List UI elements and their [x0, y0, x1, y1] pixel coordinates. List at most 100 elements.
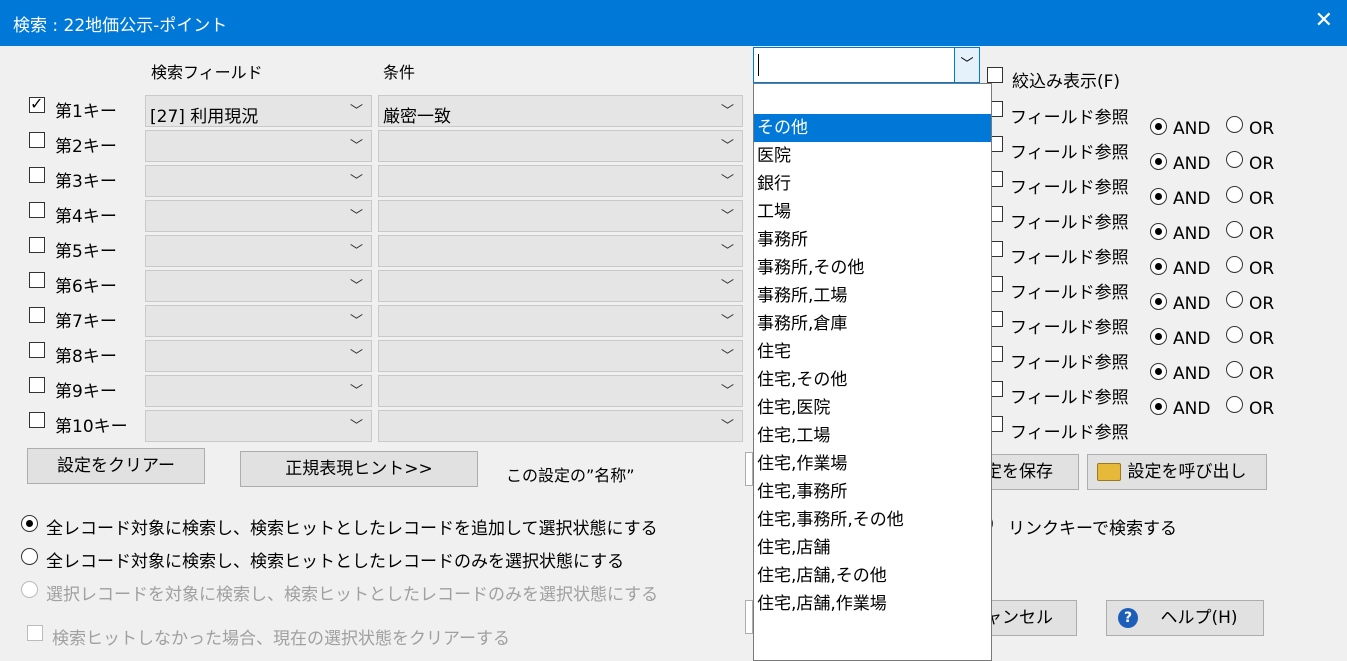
key-9-condition-select[interactable]: ﹀ — [378, 375, 743, 407]
key-1-and-radio[interactable] — [1150, 118, 1167, 135]
close-icon[interactable]: ✕ — [1315, 8, 1333, 33]
key-2-field-select[interactable]: ﹀ — [145, 130, 372, 162]
text-caret — [758, 54, 759, 76]
key-2-condition-select[interactable]: ﹀ — [378, 130, 743, 162]
key-5-condition-select[interactable]: ﹀ — [378, 235, 743, 267]
regex-hint-button[interactable]: 正規表現ヒント>> — [240, 451, 478, 487]
key-1-field-select[interactable]: [27] 利用現況 ﹀ — [145, 95, 372, 127]
key-4-and-radio[interactable] — [1150, 223, 1167, 240]
key-4-condition-select[interactable]: ﹀ — [378, 200, 743, 232]
key-3-condition-select[interactable]: ﹀ — [378, 165, 743, 197]
key-5-or-label: OR — [1249, 259, 1275, 279]
key-5-checkbox[interactable] — [29, 237, 45, 253]
key-1-or-radio[interactable] — [1226, 116, 1243, 133]
dropdown-option[interactable]: 住宅,店舗,作業場 — [754, 590, 991, 618]
key-1-checkbox[interactable] — [29, 94, 45, 113]
key-5-field-select[interactable]: ﹀ — [145, 235, 372, 267]
dropdown-option[interactable] — [754, 84, 991, 114]
dropdown-option[interactable]: 銀行 — [754, 170, 991, 198]
key-4-or-radio[interactable] — [1226, 221, 1243, 238]
key-5-or-radio[interactable] — [1226, 256, 1243, 273]
filter-checkbox[interactable] — [987, 67, 1003, 83]
key-3-and-radio[interactable] — [1150, 188, 1167, 205]
name-input-edge[interactable] — [745, 452, 753, 486]
key-4-or-label: OR — [1249, 224, 1275, 244]
option-add-radio[interactable] — [21, 515, 38, 532]
dropdown-option[interactable]: 住宅,事務所 — [754, 478, 991, 506]
dropdown-option[interactable]: 住宅,作業場 — [754, 450, 991, 478]
clear-settings-button[interactable]: 設定をクリアー — [27, 448, 205, 484]
help-button[interactable]: ? ヘルプ(H) — [1106, 600, 1264, 636]
dropdown-option[interactable]: その他 — [754, 114, 991, 142]
key-8-checkbox[interactable] — [29, 342, 45, 358]
dropdown-option[interactable]: 住宅,店舗,その他 — [754, 562, 991, 590]
folder-open-icon — [1097, 463, 1121, 481]
key-6-or-radio[interactable] — [1226, 291, 1243, 308]
key-10-condition-select[interactable]: ﹀ — [378, 410, 743, 442]
key-8-or-label: OR — [1249, 364, 1275, 384]
dropdown-option[interactable]: 事務所,その他 — [754, 254, 991, 282]
key-6-field-select[interactable]: ﹀ — [145, 270, 372, 302]
key-2-checkbox[interactable] — [29, 132, 45, 148]
key-6-checkbox[interactable] — [29, 272, 45, 288]
key-5-and-radio[interactable] — [1150, 258, 1167, 275]
dropdown-option[interactable]: 住宅,医院 — [754, 394, 991, 422]
chevron-down-icon: ﹀ — [349, 349, 363, 364]
key-7-field-select[interactable]: ﹀ — [145, 305, 372, 337]
dropdown-option[interactable]: 住宅,店舗 — [754, 534, 991, 562]
dropdown-option[interactable]: 事務所,工場 — [754, 282, 991, 310]
key-6-field-ref-label: フィールド参照 — [1010, 283, 1129, 303]
option-add-label: 全レコード対象に検索し、検索ヒットとしたレコードを追加して選択状態にする — [46, 519, 658, 539]
dropdown-option[interactable]: 住宅,その他 — [754, 366, 991, 394]
key-8-field-select[interactable]: ﹀ — [145, 340, 372, 372]
key-3-label: 第3キー — [55, 172, 117, 192]
chevron-down-icon: ﹀ — [720, 419, 734, 434]
key-3-field-ref-label: フィールド参照 — [1010, 178, 1129, 198]
key-4-checkbox[interactable] — [29, 202, 45, 218]
cancel-button[interactable]: ャンセル — [978, 600, 1077, 636]
key-9-and-radio[interactable] — [1150, 398, 1167, 415]
chevron-down-icon[interactable]: ﹀ — [954, 48, 979, 82]
key-10-checkbox[interactable] — [29, 412, 45, 428]
option-selected-label: 選択レコードを対象に検索し、検索ヒットとしたレコードのみを選択状態にする — [46, 585, 659, 605]
key-7-checkbox[interactable] — [29, 307, 45, 323]
save-settings-button[interactable]: 定を保存 — [978, 454, 1079, 490]
key-8-condition-select[interactable]: ﹀ — [378, 340, 743, 372]
key-2-and-radio[interactable] — [1150, 153, 1167, 170]
chevron-down-icon: ﹀ — [720, 384, 734, 399]
dropdown-option[interactable]: 住宅,事務所,その他 — [754, 506, 991, 534]
key-10-label: 第10キー — [55, 417, 128, 437]
key-4-field-select[interactable]: ﹀ — [145, 200, 372, 232]
key-3-field-select[interactable]: ﹀ — [145, 165, 372, 197]
key-9-field-select[interactable]: ﹀ — [145, 375, 372, 407]
load-settings-button[interactable]: 設定を呼び出し — [1087, 454, 1267, 490]
key-10-field-select[interactable]: ﹀ — [145, 410, 372, 442]
dropdown-option[interactable]: 医院 — [754, 142, 991, 170]
value-dropdown-list[interactable]: その他 医院 銀行 工場 事務所 事務所,その他 事務所,工場 事務所,倉庫 住宅 住宅,その他住… — [753, 83, 992, 661]
dropdown-option[interactable]: 住宅 — [754, 338, 991, 366]
key-7-or-radio[interactable] — [1226, 326, 1243, 343]
dropdown-option[interactable]: 住宅,工場 — [754, 422, 991, 450]
option-only-radio[interactable] — [21, 548, 38, 565]
help-label: ヘルプ(H) — [1160, 608, 1238, 628]
key-8-field-ref-label: フィールド参照 — [1010, 353, 1129, 373]
key-9-checkbox[interactable] — [29, 377, 45, 393]
key-9-field-ref-label: フィールド参照 — [1010, 388, 1129, 408]
key-3-or-radio[interactable] — [1226, 186, 1243, 203]
key-3-checkbox[interactable] — [29, 167, 45, 183]
dropdown-option[interactable]: 事務所 — [754, 226, 991, 254]
key-1-condition-select[interactable]: 厳密一致 ﹀ — [378, 95, 743, 127]
key-6-condition-select[interactable]: ﹀ — [378, 270, 743, 302]
dropdown-option[interactable]: 事務所,倉庫 — [754, 310, 991, 338]
dropdown-option[interactable]: 工場 — [754, 198, 991, 226]
key-9-or-radio[interactable] — [1226, 396, 1243, 413]
key-2-or-label: OR — [1249, 154, 1275, 174]
key-7-condition-select[interactable]: ﹀ — [378, 305, 743, 337]
value-combo-input[interactable]: ﹀ — [753, 47, 980, 83]
key-2-or-radio[interactable] — [1226, 151, 1243, 168]
key-7-and-radio[interactable] — [1150, 328, 1167, 345]
key-1-label: 第1キー — [55, 102, 117, 122]
key-8-and-radio[interactable] — [1150, 363, 1167, 380]
key-8-or-radio[interactable] — [1226, 361, 1243, 378]
key-6-and-radio[interactable] — [1150, 293, 1167, 310]
